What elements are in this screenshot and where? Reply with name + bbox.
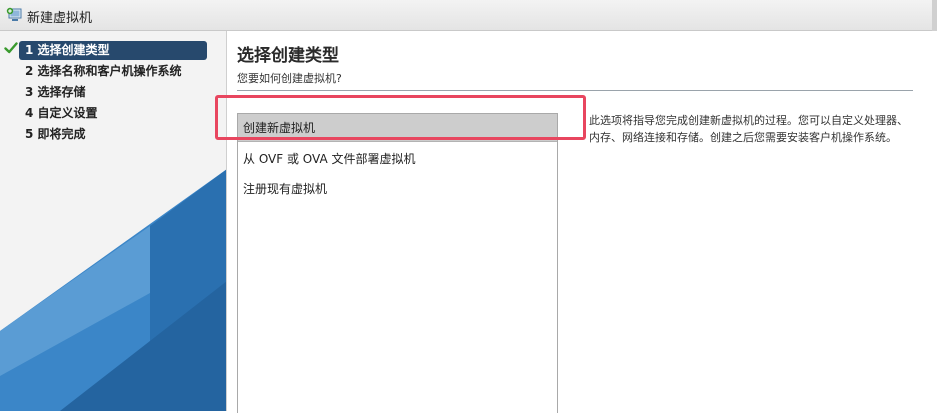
step-select-creation-type[interactable]: 1 选择创建类型 <box>19 41 207 60</box>
creation-type-description: 此选项将指导您完成创建新虚拟机的过程。您可以自定义处理器、内存、网络连接和存储。… <box>589 114 908 144</box>
new-vm-wizard-icon <box>6 7 22 21</box>
step-ready-to-complete[interactable]: 5 即将完成 <box>19 125 207 144</box>
creation-type-new-vm[interactable]: 创建新虚拟机 <box>238 114 557 142</box>
step-select-name-and-os[interactable]: 2 选择名称和客户机操作系统 <box>19 62 207 81</box>
step-customize-settings[interactable]: 4 自定义设置 <box>19 104 207 123</box>
step-completed-check-icon <box>4 42 18 54</box>
creation-type-deploy-ovf-ova[interactable]: 从 OVF 或 OVA 文件部署虚拟机 <box>238 145 557 173</box>
title-divider <box>237 90 913 91</box>
window-title: 新建虚拟机 <box>27 11 93 26</box>
step-select-storage[interactable]: 3 选择存储 <box>19 83 207 102</box>
window-edge <box>932 0 937 31</box>
page-title: 选择创建类型 <box>237 46 339 66</box>
window-titlebar: 新建虚拟机 <box>0 0 937 31</box>
creation-type-list: 创建新虚拟机 从 OVF 或 OVA 文件部署虚拟机 注册现有虚拟机 <box>237 113 558 413</box>
wizard-main-content: 选择创建类型 您要如何创建虚拟机? 创建新虚拟机 从 OVF 或 OVA 文件部… <box>227 31 937 413</box>
page-subtitle: 您要如何创建虚拟机? <box>237 72 342 85</box>
creation-type-register-existing[interactable]: 注册现有虚拟机 <box>238 175 557 203</box>
wizard-steps-panel: 1 选择创建类型 2 选择名称和客户机操作系统 3 选择存储 4 自定义设置 5… <box>0 31 227 411</box>
